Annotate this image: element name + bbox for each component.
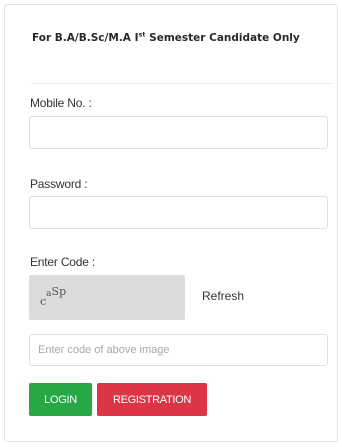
registration-button[interactable]: REGISTRATION [97, 383, 207, 416]
captcha-image: caSp [29, 275, 185, 320]
divider [31, 83, 333, 84]
form-heading: For B.A/B.Sc/M.A Ist Semester Candidate … [32, 30, 300, 44]
login-button[interactable]: LOGIN [29, 383, 92, 416]
password-input[interactable] [29, 196, 328, 229]
code-label: Enter Code : [30, 255, 95, 269]
mobile-label: Mobile No. : [30, 96, 92, 110]
captcha-char-3: Sp [51, 285, 67, 298]
mobile-input[interactable] [29, 116, 328, 149]
refresh-link[interactable]: Refresh [202, 289, 244, 303]
password-label: Password : [30, 177, 88, 191]
captcha-text: caSp [40, 285, 66, 308]
captcha-code-input[interactable] [29, 334, 328, 366]
captcha-char-2: a [46, 289, 52, 299]
